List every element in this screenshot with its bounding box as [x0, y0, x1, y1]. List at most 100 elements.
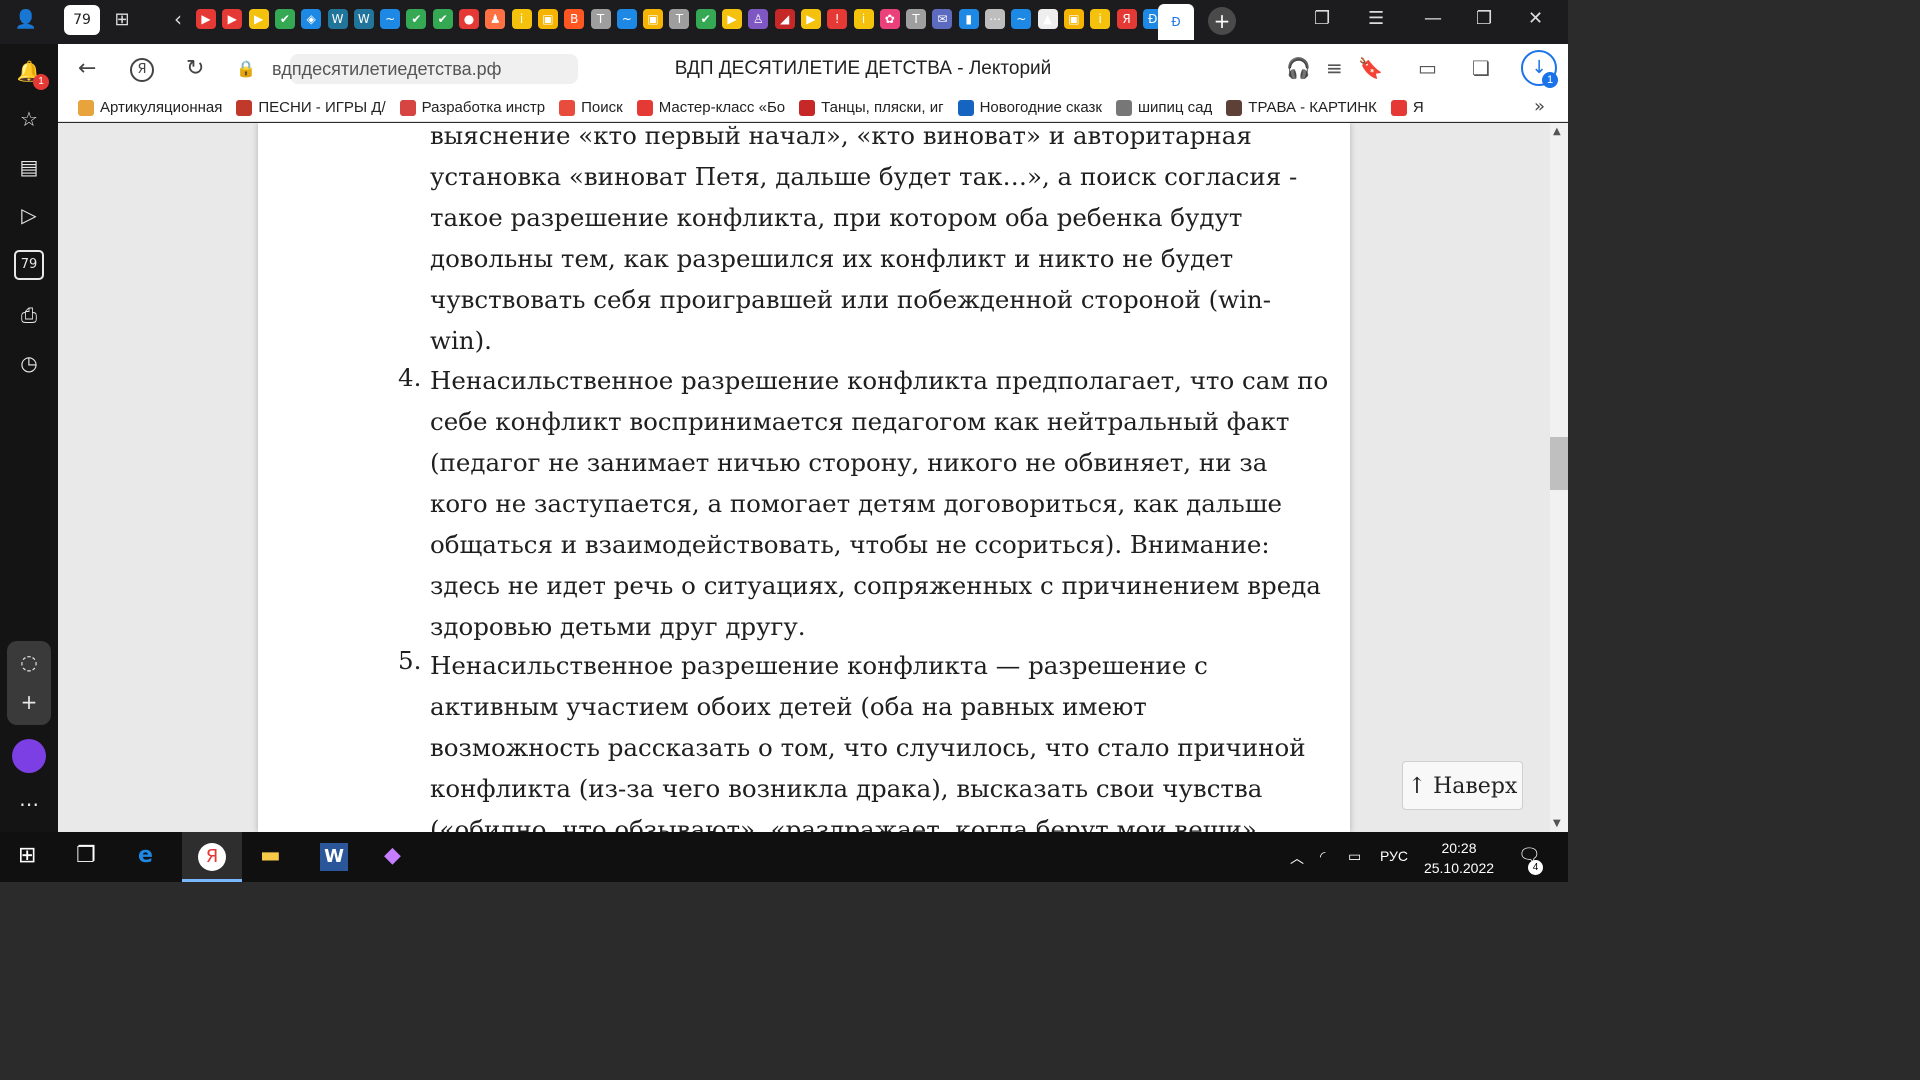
new-tab-group-icon[interactable]: ⊞: [112, 9, 132, 30]
bookmark-item[interactable]: Разработка инстр: [399, 99, 545, 116]
wordpress-icon[interactable]: W: [353, 9, 374, 29]
check-icon[interactable]: ✔: [274, 9, 295, 29]
headphones-icon[interactable]: 🎧: [1286, 56, 1311, 80]
yandex-browser-icon[interactable]: Я: [198, 843, 226, 871]
bookmark-icon[interactable]: 🔖: [1358, 56, 1383, 80]
more-icon[interactable]: ⋯: [14, 789, 44, 819]
clock[interactable]: 20:28 25.10.2022: [1420, 838, 1498, 878]
alice-assistant-icon[interactable]: [12, 739, 46, 773]
battery-icon[interactable]: ▭: [1348, 848, 1361, 865]
word-icon[interactable]: W: [320, 843, 348, 871]
tabs-list-icon[interactable]: ❐: [1314, 8, 1330, 29]
image-icon[interactable]: ▣: [1063, 9, 1084, 29]
youtube-icon[interactable]: ▶: [222, 9, 243, 29]
wifi-icon[interactable]: ◜: [1320, 848, 1325, 865]
youtube-icon[interactable]: ▶: [196, 9, 216, 29]
back-to-top-button[interactable]: ↑ Наверх: [1402, 761, 1523, 810]
tray-chevron-icon[interactable]: ︿: [1290, 848, 1304, 868]
bookmark-item[interactable]: ТРАВА - КАРТИНК: [1226, 99, 1377, 116]
minimize-icon[interactable]: —: [1424, 8, 1442, 29]
collections-icon[interactable]: ▤: [14, 152, 44, 182]
car-icon[interactable]: ◢: [774, 9, 795, 29]
telegram-icon[interactable]: T: [590, 9, 611, 29]
maximize-icon[interactable]: ❐: [1476, 8, 1492, 29]
star-icon[interactable]: ☆: [14, 104, 44, 134]
bookmark-item[interactable]: шипиц сад: [1116, 99, 1212, 116]
telegram-icon[interactable]: T: [669, 9, 690, 29]
language-indicator[interactable]: РУС: [1380, 848, 1408, 864]
info-icon[interactable]: i: [1090, 9, 1111, 29]
info-icon[interactable]: i: [853, 9, 874, 29]
bookmark-item[interactable]: Поиск: [559, 99, 623, 116]
check-icon[interactable]: ✔: [432, 9, 453, 29]
check-icon[interactable]: ✔: [406, 9, 427, 29]
mountain-icon[interactable]: ▲: [1037, 9, 1058, 29]
bookmark-item[interactable]: Я: [1390, 99, 1424, 116]
tab-counter-sidebar[interactable]: 79: [14, 250, 44, 280]
chat-icon[interactable]: ▮: [958, 9, 979, 29]
text-line: такое разрешение конфликта, при котором …: [430, 203, 1243, 232]
tab-counter[interactable]: 79: [64, 5, 100, 35]
shield-icon[interactable]: ◈: [301, 9, 322, 29]
back-icon[interactable]: ←: [78, 56, 96, 81]
bookmark-item[interactable]: Мастер-класс «Бо: [636, 99, 785, 116]
profile-icon[interactable]: 👤: [15, 9, 37, 30]
mail-icon[interactable]: ✉: [932, 9, 953, 29]
messenger-icon[interactable]: ◌: [14, 647, 44, 677]
tab-translate-active[interactable]: Ð: [1158, 4, 1194, 40]
screenshot-icon[interactable]: ⎙: [14, 300, 44, 330]
history-icon[interactable]: ◷: [14, 348, 44, 378]
feather-icon[interactable]: ~: [1011, 9, 1032, 29]
text-line: выяснение «кто первый начал», «кто винов…: [430, 123, 1252, 150]
bookmark-item[interactable]: Танцы, пляски, иг: [799, 99, 944, 116]
sidebar: 🔔 1 ☆ ▤ ▷ 79 ⎙ ◷ ◌ + ⋯: [0, 44, 58, 832]
feather-icon[interactable]: ~: [616, 9, 637, 29]
url-text[interactable]: вдпдесятилетиедетства.рф: [272, 59, 501, 80]
image-icon[interactable]: ▣: [537, 9, 558, 29]
bell-icon[interactable]: !: [827, 9, 848, 29]
text-line: общаться и взаимодействовать, чтобы не с…: [430, 530, 1270, 559]
bookmark-item[interactable]: ПЕСНИ - ИГРЫ Д/: [236, 99, 386, 116]
scroll-down-icon[interactable]: ▼: [1553, 818, 1561, 829]
lock-icon[interactable]: 🔒: [236, 59, 256, 78]
collections-toolbar-icon[interactable]: ❏: [1472, 56, 1490, 80]
dots-icon[interactable]: ⋯: [985, 9, 1005, 29]
menu-icon[interactable]: ☰: [1368, 8, 1384, 29]
add-icon[interactable]: +: [14, 687, 44, 717]
task-view-icon[interactable]: ❐: [76, 843, 96, 871]
sidebar-group: ◌ +: [7, 641, 51, 725]
bookmark-item[interactable]: Артикуляционная: [78, 99, 222, 116]
bookmarks-more-icon[interactable]: »: [1534, 96, 1545, 117]
chevron-left-icon[interactable]: ‹: [168, 7, 188, 31]
scroll-up-icon[interactable]: ▲: [1553, 126, 1561, 137]
edge-icon[interactable]: e: [138, 843, 153, 871]
play-icon[interactable]: ▶: [722, 9, 742, 29]
scrollbar-thumb[interactable]: [1550, 437, 1568, 490]
clock-time: 20:28: [1441, 840, 1477, 856]
reader-mode-icon[interactable]: ≡: [1326, 56, 1343, 80]
new-tab-button[interactable]: +: [1208, 7, 1236, 35]
telegram-icon[interactable]: T: [906, 9, 927, 29]
play-icon[interactable]: ▶: [800, 9, 821, 29]
figure-icon[interactable]: ♟: [485, 9, 506, 29]
yandex-icon[interactable]: Я: [130, 58, 154, 82]
paint-3d-icon[interactable]: ◆: [384, 843, 401, 871]
file-explorer-icon[interactable]: ▬: [260, 843, 281, 871]
play-circle-icon[interactable]: ▷: [14, 200, 44, 230]
person-icon[interactable]: ♙: [748, 9, 769, 29]
blogger-icon[interactable]: B: [564, 9, 585, 29]
image-icon[interactable]: ▣: [643, 9, 664, 29]
feather-icon[interactable]: ~: [380, 9, 401, 29]
bookmark-item[interactable]: Новогодние сказк: [957, 99, 1102, 116]
windows-start-icon[interactable]: ⊞: [18, 843, 36, 871]
yandex-icon[interactable]: Я: [1116, 9, 1137, 29]
play-icon[interactable]: ▶: [248, 9, 269, 29]
check-icon[interactable]: ✔: [695, 9, 716, 29]
battery-saver-icon[interactable]: ▭: [1418, 56, 1437, 80]
info-icon[interactable]: i: [511, 9, 532, 29]
reload-icon[interactable]: ↻: [186, 56, 204, 81]
close-icon[interactable]: ✕: [1528, 8, 1543, 29]
flower-icon[interactable]: ✿: [879, 9, 900, 29]
wordpress-icon[interactable]: W: [327, 9, 348, 29]
apple-icon[interactable]: ●: [459, 9, 479, 29]
